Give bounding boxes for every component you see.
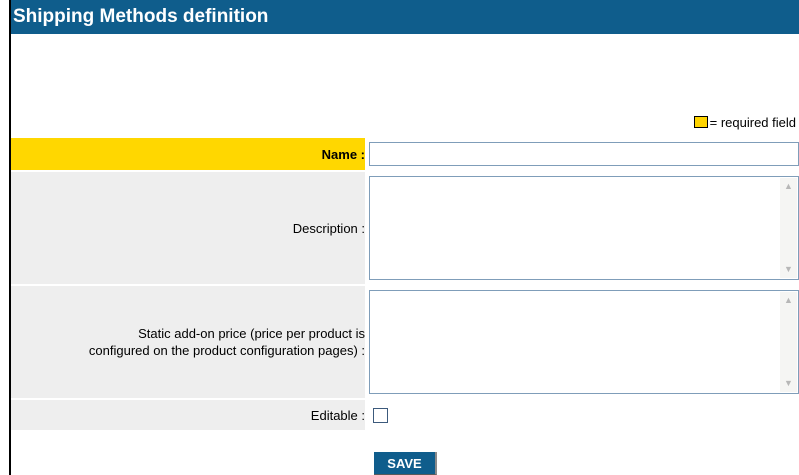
description-scrollbar[interactable]: ▲ ▼ bbox=[780, 178, 797, 278]
scroll-down-arrow-icon[interactable]: ▼ bbox=[780, 261, 797, 278]
page-title: Shipping Methods definition bbox=[11, 0, 799, 34]
static-price-textarea[interactable]: ▲ ▼ bbox=[369, 290, 799, 394]
editable-checkbox[interactable] bbox=[373, 408, 388, 423]
static-price-label: Static add-on price (price per product i… bbox=[89, 325, 365, 359]
name-input[interactable] bbox=[369, 142, 799, 166]
static-price-label-line2: configured on the product configuration … bbox=[88, 343, 365, 358]
static-price-row: Static add-on price (price per product i… bbox=[11, 286, 799, 398]
scroll-up-arrow-icon[interactable]: ▲ bbox=[780, 178, 797, 195]
required-legend: = required field bbox=[693, 112, 796, 132]
scroll-down-arrow-icon[interactable]: ▼ bbox=[780, 375, 797, 392]
description-row: Description : ▲ ▼ bbox=[11, 172, 799, 284]
editable-label-cell: Editable : bbox=[11, 400, 365, 430]
name-label-cell: Name : bbox=[11, 138, 365, 170]
scroll-up-arrow-icon[interactable]: ▲ bbox=[780, 292, 797, 309]
name-label: Name : bbox=[321, 146, 365, 162]
description-textarea[interactable]: ▲ ▼ bbox=[369, 176, 799, 280]
description-label-cell: Description : bbox=[11, 172, 365, 284]
required-legend-text: = required field bbox=[709, 114, 796, 130]
static-price-label-cell: Static add-on price (price per product i… bbox=[11, 286, 365, 398]
editable-label: Editable : bbox=[310, 407, 365, 423]
required-swatch-icon bbox=[693, 116, 708, 128]
description-label: Description : bbox=[292, 220, 365, 236]
static-price-label-line1: Static add-on price (price per product i… bbox=[138, 326, 365, 341]
name-row: Name : bbox=[11, 138, 799, 170]
static-price-scrollbar[interactable]: ▲ ▼ bbox=[780, 292, 797, 392]
editable-row: Editable : bbox=[11, 400, 799, 430]
save-button[interactable]: SAVE bbox=[374, 452, 437, 475]
